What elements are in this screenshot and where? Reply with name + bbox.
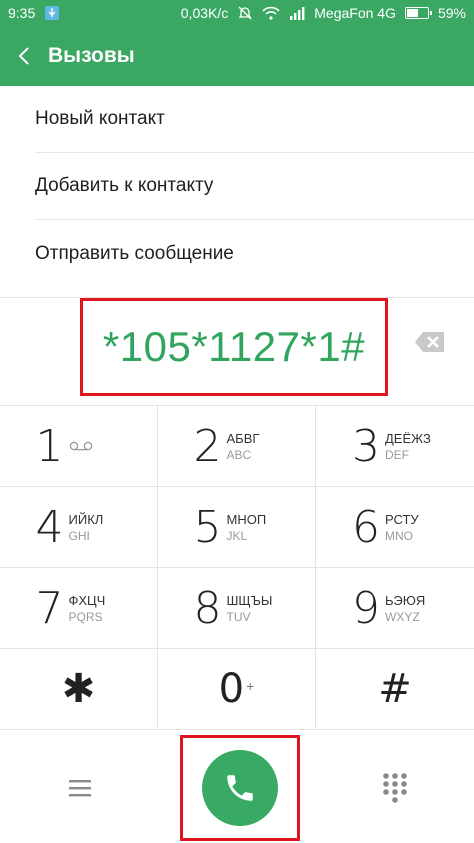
key-latin: ABC xyxy=(226,447,252,462)
key-cyrillic: МНОП xyxy=(226,511,267,527)
key-cyrillic: ДЕЁЖЗ xyxy=(385,430,431,446)
key-1[interactable]: 1 xyxy=(0,406,158,487)
key-latin: MNO xyxy=(385,528,413,543)
dialed-number[interactable]: *105*1127*1# xyxy=(103,323,365,371)
key-latin: WXYZ xyxy=(385,609,420,624)
highlight-frame-call xyxy=(180,735,300,841)
hamburger-icon xyxy=(69,780,91,797)
highlight-frame-number: *105*1127*1# xyxy=(80,298,388,396)
key-symbol-star: ✱ xyxy=(61,666,96,712)
page-title: Вызовы xyxy=(48,44,135,67)
key-digit: 9 xyxy=(352,582,380,634)
menu-button[interactable] xyxy=(62,774,98,802)
app-bar: Вызовы xyxy=(0,26,474,86)
key-5[interactable]: 5 МНОП JKL xyxy=(158,487,316,568)
signal-icon xyxy=(289,6,305,20)
key-digit: 2 xyxy=(193,420,222,472)
status-time: 9:35 xyxy=(8,5,36,21)
usb-icon xyxy=(45,6,60,20)
key-0[interactable]: 0 + xyxy=(158,649,316,730)
key-8[interactable]: 8 ШЩЪЫ TUV xyxy=(158,568,316,649)
action-menu: Новый контакт Добавить к контакту Отправ… xyxy=(0,86,474,287)
wifi-icon xyxy=(262,6,280,20)
key-hash[interactable]: # xyxy=(316,649,474,730)
key-latin: JKL xyxy=(226,528,248,543)
key-cyrillic: РСТУ xyxy=(385,511,419,527)
status-speed: 0,03K/c xyxy=(180,5,229,21)
phone-icon xyxy=(227,775,253,801)
dialpad-icon xyxy=(383,773,407,803)
key-cyrillic: ИЙКЛ xyxy=(68,511,104,527)
key-cyrillic: ЬЭЮЯ xyxy=(385,592,426,608)
battery-icon xyxy=(404,7,432,19)
key-9[interactable]: 9 ЬЭЮЯ WXYZ xyxy=(316,568,474,649)
keypad: 1 2 АБВГ ABC 3 ДЕЁЖЗ DEF 4 ИЙКЛ GHI 5 МНОП J… xyxy=(0,405,474,730)
key-digit: 7 xyxy=(35,582,64,634)
key-digit: 8 xyxy=(193,582,222,634)
key-plus: + xyxy=(246,678,255,694)
key-digit: 4 xyxy=(35,501,64,553)
key-digit: 6 xyxy=(352,501,380,553)
key-6[interactable]: 6 РСТУ MNO xyxy=(316,487,474,568)
voicemail-icon xyxy=(69,441,92,451)
status-bar: 9:35 0,03K/c MegaFon 4G 59% xyxy=(0,0,474,26)
key-symbol-hash: # xyxy=(378,666,412,712)
bottom-bar xyxy=(0,729,474,843)
menu-item-send-message[interactable]: Отправить сообщение xyxy=(35,220,474,287)
key-latin: GHI xyxy=(68,528,90,543)
key-cyrillic: ШЩЪЫ xyxy=(226,592,273,608)
status-carrier: MegaFon 4G xyxy=(314,5,396,21)
back-button[interactable] xyxy=(0,26,48,86)
backspace-icon xyxy=(415,332,444,352)
key-digit: 1 xyxy=(35,420,64,472)
dialed-number-area: *105*1127*1# xyxy=(0,297,474,405)
battery-percent: 59% xyxy=(437,5,466,21)
key-cyrillic: ФХЦЧ xyxy=(68,592,106,608)
menu-item-add-to-contact[interactable]: Добавить к контакту xyxy=(35,153,474,220)
key-4[interactable]: 4 ИЙКЛ GHI xyxy=(0,487,158,568)
key-7[interactable]: 7 ФХЦЧ PQRS xyxy=(0,568,158,649)
menu-item-new-contact[interactable]: Новый контакт xyxy=(35,86,474,153)
key-latin: TUV xyxy=(226,609,251,624)
key-digit: 5 xyxy=(193,501,222,553)
key-3[interactable]: 3 ДЕЁЖЗ DEF xyxy=(316,406,474,487)
bell-off-icon xyxy=(237,5,253,21)
key-latin: PQRS xyxy=(68,609,103,624)
key-cyrillic: АБВГ xyxy=(226,430,260,446)
dialpad-toggle-button[interactable] xyxy=(380,771,410,805)
backspace-button[interactable] xyxy=(414,331,446,353)
key-digit: 3 xyxy=(352,420,380,472)
key-star[interactable]: ✱ xyxy=(0,649,158,730)
chevron-left-icon xyxy=(18,47,29,65)
key-digit: 0 xyxy=(218,666,245,712)
call-button[interactable] xyxy=(202,750,278,826)
key-latin: DEF xyxy=(385,447,409,462)
key-2[interactable]: 2 АБВГ ABC xyxy=(158,406,316,487)
